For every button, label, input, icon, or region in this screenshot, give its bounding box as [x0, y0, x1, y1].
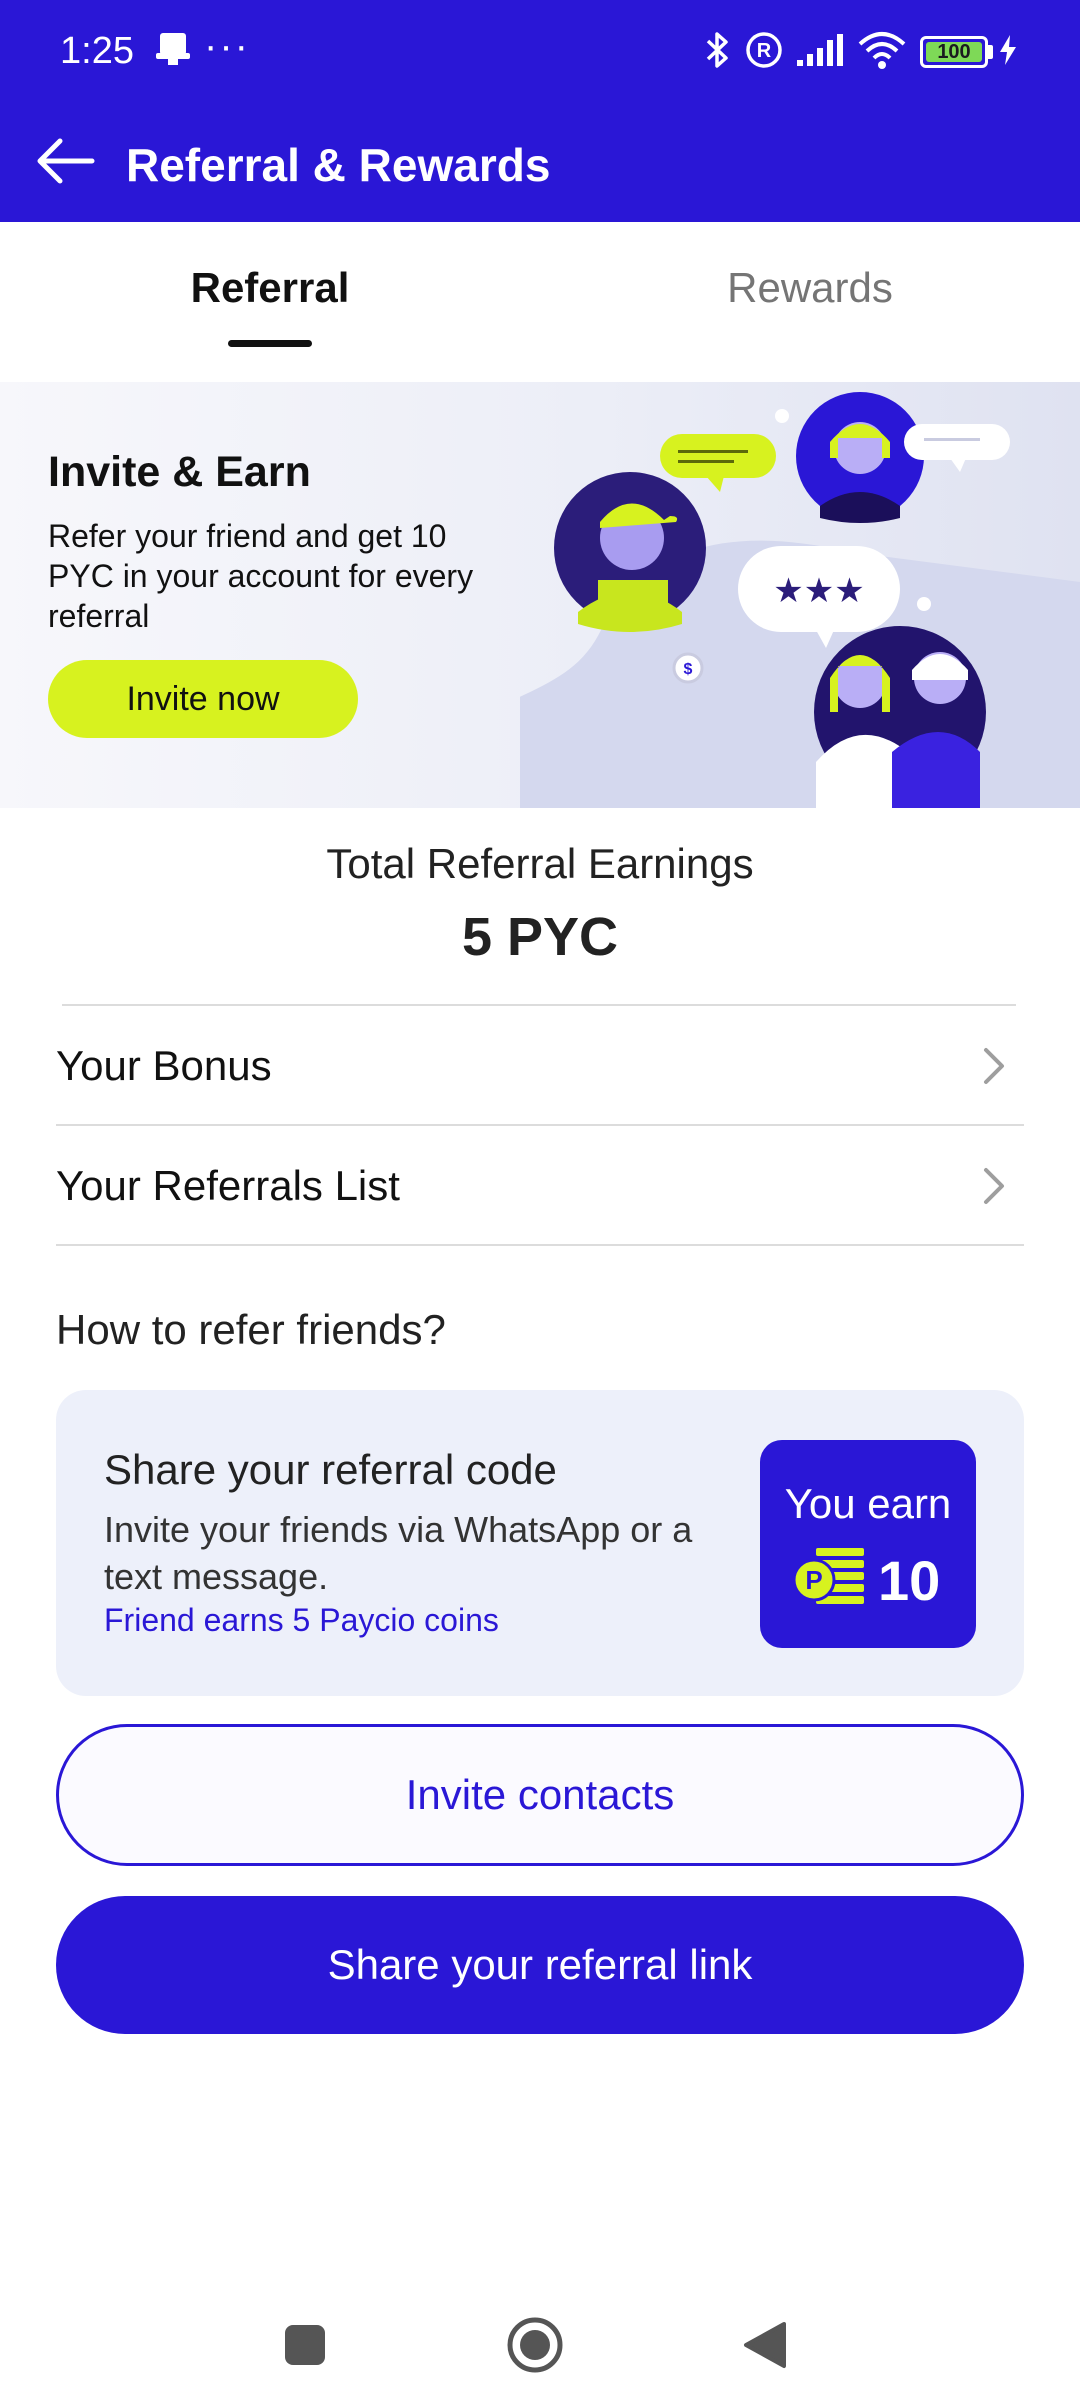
registered-icon: R: [742, 30, 786, 70]
svg-text:R: R: [757, 40, 772, 62]
total-earnings-value: 5 PYC: [461, 907, 619, 967]
referral-code-card: Share your referral code Invite your fri…: [56, 1390, 1024, 1696]
wifi-icon: [854, 30, 910, 70]
you-earn-value: 10: [878, 1549, 941, 1612]
battery-icon: 100: [920, 36, 988, 68]
tab-rewards[interactable]: Rewards: [540, 222, 1080, 382]
tab-referral[interactable]: Referral: [0, 222, 540, 382]
card-title: Share your referral code: [104, 1446, 557, 1493]
coin-stack-icon: P: [792, 1548, 864, 1604]
your-bonus-label: Your Bonus: [56, 1042, 272, 1089]
svg-text:P: P: [805, 1565, 822, 1595]
your-referrals-list-label: Your Referrals List: [56, 1162, 400, 1209]
battery-level: 100: [937, 40, 971, 63]
banner-text: Refer your friend and get 10 PYC in your…: [48, 518, 474, 634]
top-bar: 1:25 ··· R 100 Referral & Rewards: [0, 0, 1080, 222]
bluetooth-icon: [700, 30, 736, 70]
charging-icon: [996, 30, 1020, 70]
card-text: Invite your friends via WhatsApp or a te…: [104, 1509, 693, 1597]
arrow-left-icon[interactable]: [30, 126, 100, 196]
tab-referral-label: Referral: [190, 264, 350, 311]
invite-banner: Invite & Earn Refer your friend and get …: [0, 382, 1080, 808]
you-earn-label: You earn: [784, 1480, 952, 1527]
share-referral-link-button[interactable]: Share your referral link: [56, 1896, 1024, 2034]
recents-icon[interactable]: [270, 2310, 340, 2380]
tab-rewards-label: Rewards: [727, 264, 893, 311]
how-to-title: How to refer friends?: [56, 1306, 446, 1353]
your-referrals-list-row[interactable]: Your Referrals List: [56, 1126, 1024, 1246]
banner-title: Invite & Earn: [48, 448, 311, 496]
tab-bar: Referral Rewards: [0, 222, 1080, 382]
signal-icon: [794, 30, 844, 70]
svg-text:★★★: ★★★: [773, 571, 864, 611]
chevron-right-icon: [984, 1048, 1004, 1084]
invite-now-button[interactable]: Invite now: [48, 660, 358, 738]
your-bonus-row[interactable]: Your Bonus: [56, 1006, 1024, 1126]
referral-illustration: $ ★★★: [520, 392, 1080, 808]
back-nav-icon[interactable]: [730, 2310, 800, 2380]
invite-contacts-button[interactable]: Invite contacts: [56, 1724, 1024, 1866]
divider: [56, 1244, 1024, 1246]
notification-icon: [150, 30, 196, 70]
total-earnings-label: Total Referral Earnings: [326, 840, 754, 887]
svg-text:$: $: [684, 661, 693, 678]
status-time: 1:25: [60, 30, 134, 72]
tab-indicator: [228, 340, 312, 347]
chevron-right-icon: [984, 1168, 1004, 1204]
home-icon[interactable]: [500, 2310, 570, 2380]
page-title: Referral & Rewards: [126, 139, 551, 191]
status-bar: 1:25 ··· R 100: [0, 0, 1080, 100]
app-bar: Referral & Rewards: [0, 100, 1080, 222]
you-earn-badge: You earn P 10: [760, 1440, 976, 1648]
system-nav-bar: [0, 2290, 1080, 2400]
friend-earns-text: Friend earns 5 Paycio coins: [104, 1602, 499, 1638]
overflow-dots: ···: [204, 24, 250, 68]
